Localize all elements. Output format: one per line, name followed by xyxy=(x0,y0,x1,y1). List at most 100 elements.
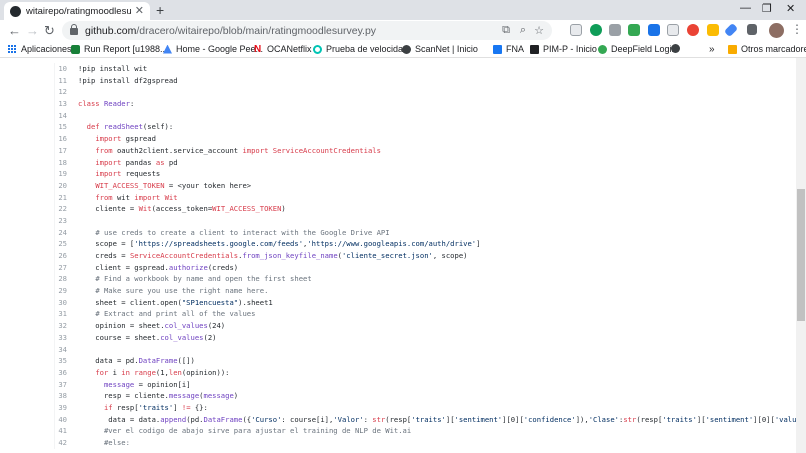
line-number[interactable]: 35 xyxy=(55,355,67,367)
translate-icon[interactable]: ⧉ xyxy=(502,24,510,37)
report-icon xyxy=(71,44,80,54)
line-number[interactable]: 38 xyxy=(55,390,67,402)
code-text: opinion = sheet.col_values(24) xyxy=(78,321,226,331)
code-line: 16 import gspread xyxy=(55,133,796,145)
line-number[interactable]: 18 xyxy=(55,157,67,169)
line-number[interactable]: 30 xyxy=(55,297,67,309)
line-number[interactable]: 14 xyxy=(55,110,67,122)
code-line: 42 #else: xyxy=(55,437,796,449)
extension-icon[interactable] xyxy=(609,24,621,36)
extension-icon[interactable] xyxy=(687,24,699,36)
bookmark-fna[interactable]: FNA xyxy=(493,44,524,54)
code-line: 37 message = opinion[i] xyxy=(55,379,796,391)
extension-icon[interactable] xyxy=(648,24,660,36)
line-number[interactable]: 22 xyxy=(55,203,67,215)
line-number[interactable]: 39 xyxy=(55,402,67,414)
code-line: 36 for i in range(1,len(opinion)): xyxy=(55,367,796,379)
pim-icon xyxy=(530,44,539,54)
url-text[interactable]: github.com/dracero/witairepo/blob/main/r… xyxy=(85,25,376,37)
line-number[interactable]: 37 xyxy=(55,379,67,391)
line-number[interactable]: 24 xyxy=(55,227,67,239)
code-text: resp = cliente.message(message) xyxy=(78,391,239,401)
line-number[interactable]: 23 xyxy=(55,215,67,227)
extension-icon[interactable] xyxy=(667,24,679,36)
code-text: if resp['traits'] != {}: xyxy=(103,402,208,412)
code-line: 21 from wit import Wit xyxy=(55,192,796,204)
bookmark-apps[interactable]: Aplicaciones xyxy=(8,44,72,54)
line-number[interactable]: 40 xyxy=(55,414,67,426)
line-number[interactable]: 29 xyxy=(55,285,67,297)
bookmark-pim[interactable]: PIM-P - Inicio xyxy=(530,44,597,54)
line-number[interactable]: 33 xyxy=(55,332,67,344)
line-number[interactable]: 17 xyxy=(55,145,67,157)
line-number[interactable]: 26 xyxy=(55,250,67,262)
bookmark-home-google[interactable]: Home - Google Pee... xyxy=(163,44,263,54)
close-tab-icon[interactable]: ✕ xyxy=(135,5,144,17)
address-bar[interactable]: github.com/dracero/witairepo/blob/main/r… xyxy=(62,21,552,40)
maximize-button[interactable]: ❐ xyxy=(762,2,772,15)
tab-strip: witairepo/ratingmoodlesurvey.py ✕ + — ❐ … xyxy=(0,0,806,20)
home-icon xyxy=(163,44,172,54)
bookmark-deepfield[interactable]: DeepField Login xyxy=(598,44,677,54)
tab-title: witairepo/ratingmoodlesurvey.py xyxy=(26,5,131,17)
extension-icon[interactable] xyxy=(570,24,582,36)
code-line: 11 !pip install df2gspread xyxy=(55,75,796,87)
github-icon xyxy=(10,5,21,17)
line-number[interactable]: 13 xyxy=(55,98,67,110)
bookmark-star-icon[interactable]: ☆ xyxy=(534,24,544,37)
code-text: # use creds to create a client to intera… xyxy=(95,227,390,237)
avatar[interactable] xyxy=(769,23,784,38)
lock-icon xyxy=(70,24,78,35)
netflix-icon: N xyxy=(254,43,262,55)
new-tab-button[interactable]: + xyxy=(156,3,164,17)
bookmark-speedtest[interactable]: Prueba de velocida... xyxy=(313,44,411,54)
line-number[interactable]: 19 xyxy=(55,168,67,180)
line-number[interactable]: 42 xyxy=(55,437,67,449)
extension-icon[interactable] xyxy=(723,22,739,38)
line-number[interactable]: 36 xyxy=(55,367,67,379)
line-number[interactable]: 11 xyxy=(55,75,67,87)
line-number[interactable]: 31 xyxy=(55,308,67,320)
code-text: # Find a workbook by name and open the f… xyxy=(95,274,312,284)
grammarly-icon[interactable] xyxy=(590,24,602,36)
line-number[interactable]: 12 xyxy=(55,86,67,98)
line-number[interactable]: 10 xyxy=(55,63,67,75)
code-text: scope = ['https://spreadsheets.google.co… xyxy=(78,239,481,249)
deepfield-icon xyxy=(598,44,607,54)
code-text: !pip install wit xyxy=(78,64,148,73)
code-line: 28 # Find a workbook by name and open th… xyxy=(55,273,796,285)
code-text: !pip install df2gspread xyxy=(78,75,178,85)
back-button[interactable]: ← xyxy=(8,24,21,37)
code-line: 18 import pandas as pd xyxy=(55,157,796,169)
line-number[interactable]: 21 xyxy=(55,192,67,204)
line-number[interactable]: 20 xyxy=(55,180,67,192)
zoom-icon[interactable]: ⌕ xyxy=(520,24,526,37)
menu-icon[interactable]: ⋮ xyxy=(791,23,803,35)
line-number[interactable]: 32 xyxy=(55,320,67,332)
line-number[interactable]: 25 xyxy=(55,238,67,250)
line-number[interactable]: 28 xyxy=(55,273,67,285)
close-window-button[interactable]: ✕ xyxy=(786,2,795,15)
line-number[interactable]: 15 xyxy=(55,121,67,133)
minimize-button[interactable]: — xyxy=(740,2,751,14)
forward-button[interactable]: → xyxy=(26,24,39,37)
reload-button[interactable]: ↻ xyxy=(44,24,55,37)
globe-icon[interactable] xyxy=(671,44,684,53)
line-number[interactable]: 16 xyxy=(55,133,67,145)
puzzle-icon[interactable] xyxy=(747,24,757,35)
line-number[interactable]: 34 xyxy=(55,344,67,356)
code-line: 39 if resp['traits'] != {}: xyxy=(55,402,796,414)
extension-icon[interactable] xyxy=(628,24,640,36)
bookmark-other[interactable]: Otros marcadores xyxy=(728,44,806,54)
line-number[interactable]: 41 xyxy=(55,425,67,437)
vertical-scrollbar[interactable] xyxy=(796,58,806,453)
code-line: 19 import requests xyxy=(55,168,796,180)
line-number[interactable]: 27 xyxy=(55,262,67,274)
bookmark-ocanetflix[interactable]: N OCANetflix xyxy=(254,44,312,54)
bookmark-scannet[interactable]: ScanNet | Inicio xyxy=(402,44,478,54)
browser-tab[interactable]: witairepo/ratingmoodlesurvey.py ✕ xyxy=(4,2,150,20)
more-bookmarks-chevron-icon[interactable]: » xyxy=(709,44,715,55)
extension-icon[interactable] xyxy=(707,24,719,36)
bookmark-run-report[interactable]: Run Report [u1988... xyxy=(71,44,168,54)
scrollbar-thumb[interactable] xyxy=(797,189,805,321)
